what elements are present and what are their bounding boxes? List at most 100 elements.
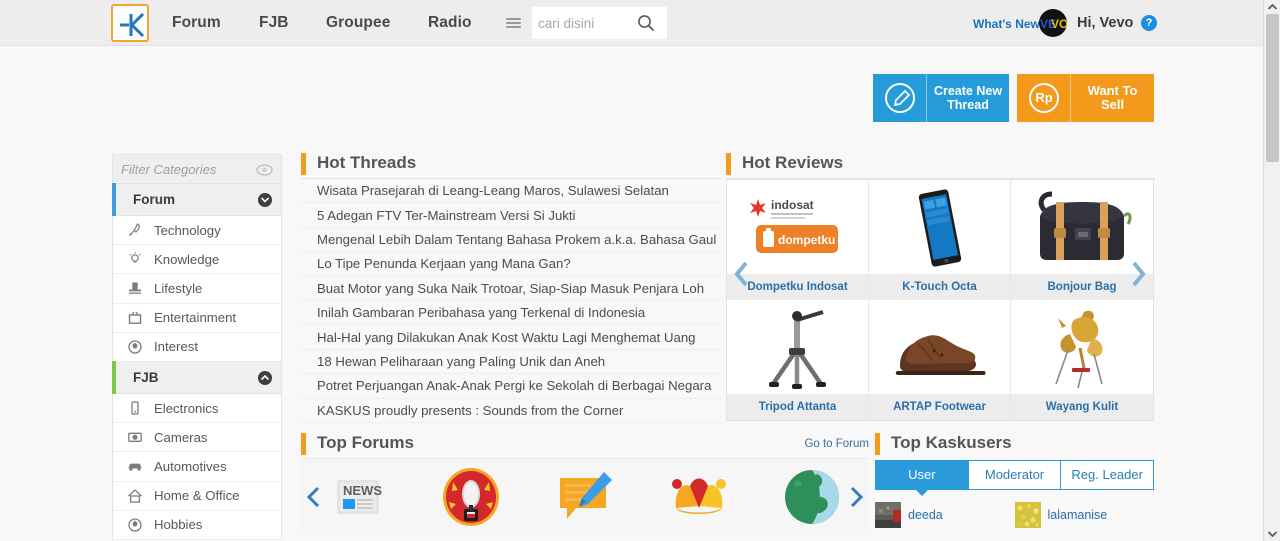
rocket-icon	[129, 223, 140, 236]
tab-user[interactable]: User	[875, 460, 969, 496]
list-item[interactable]: 18 Hewan Peliharaan yang Paling Unik dan…	[301, 350, 721, 375]
sidebar-item-entertainment[interactable]: Entertainment	[112, 303, 282, 333]
house-icon	[128, 489, 142, 503]
phone-icon	[131, 401, 139, 415]
nav-item-groupee[interactable]: Groupee	[326, 14, 390, 32]
wayang-kulit-photo	[1011, 300, 1153, 394]
sidebar-group-forum: Forum Technology Knowledge Lifestyle Ent…	[112, 183, 282, 362]
chevron-down-icon[interactable]	[258, 193, 272, 207]
review-card[interactable]: ARTAP Footwear	[869, 300, 1011, 420]
svg-text:indosat: indosat	[771, 198, 814, 212]
review-caption[interactable]: Tripod Attanta	[727, 394, 868, 420]
list-item[interactable]: Potret Perjuangan Anak-Anak Pergi ke Sek…	[301, 374, 721, 399]
review-card[interactable]: Tripod Attanta	[727, 300, 869, 420]
caret-up-icon[interactable]	[1267, 2, 1278, 13]
chevron-left-icon[interactable]	[305, 485, 323, 509]
sidebar-item-lifestyle[interactable]: Lifestyle	[112, 274, 282, 304]
filter-categories-box	[112, 154, 282, 184]
caret-down-icon[interactable]	[1267, 528, 1278, 539]
sidebar-item-electronics[interactable]: Electronics	[112, 393, 282, 424]
forum-icon-jester-hat[interactable]	[642, 459, 756, 535]
list-item[interactable]: Inilah Gambaran Peribahasa yang Terkenal…	[301, 301, 721, 326]
hot-reviews-panel: Hot Reviews indosat dompetku Dompetku In…	[726, 152, 1154, 421]
forum-icon-radio[interactable]	[415, 459, 529, 535]
sidebar-group-label: Forum	[133, 192, 175, 207]
tripod-photo	[727, 300, 868, 394]
go-to-forum-link[interactable]: Go to Forum	[804, 438, 869, 450]
group-accent-bar	[112, 360, 116, 394]
sidebar-item-label: Knowledge	[154, 251, 220, 267]
create-thread-line-1: Create New	[933, 84, 1003, 98]
review-caption[interactable]: Wayang Kulit	[1011, 394, 1153, 420]
review-caption[interactable]: K-Touch Octa	[869, 274, 1010, 300]
chevron-up-icon[interactable]	[258, 370, 272, 385]
tab-reg-leader[interactable]: Reg. Leader	[1061, 460, 1155, 490]
sidebar-item-cameras[interactable]: Cameras	[112, 423, 282, 453]
hot-threads-title: Hot Threads	[301, 152, 721, 178]
scrollbar-thumb[interactable]	[1266, 14, 1279, 162]
help-icon[interactable]: ?	[1141, 15, 1157, 31]
list-item[interactable]: deeda	[875, 502, 1015, 528]
top-forums-panel: Top Forums Go to Forum NEWS	[301, 432, 869, 534]
chevron-left-icon[interactable]	[732, 260, 752, 288]
top-kaskusers-panel: Top Kaskusers User Moderator Reg. Leader…	[875, 432, 1155, 528]
sidebar-item-label: Cameras	[154, 429, 208, 445]
forum-icon-speech-pencil[interactable]	[528, 459, 642, 535]
create-new-thread-button[interactable]: Create New Thread	[873, 74, 1009, 122]
nav-item-radio[interactable]: Radio	[428, 14, 472, 32]
chevron-right-icon[interactable]	[1128, 260, 1148, 288]
list-item[interactable]: Mengenal Lebih Dalam Tentang Bahasa Prok…	[301, 228, 721, 253]
top-forums-header: Top Forums Go to Forum	[301, 432, 869, 458]
kaskusers-tabs: User Moderator Reg. Leader	[875, 460, 1155, 496]
tab-moderator[interactable]: Moderator	[968, 460, 1062, 490]
review-card[interactable]: K-Touch Octa	[869, 180, 1011, 300]
search-icon[interactable]	[637, 14, 655, 32]
page-scrollbar[interactable]	[1263, 0, 1280, 541]
avatar-text-right: VO	[1051, 17, 1067, 31]
username[interactable]: deeda	[908, 508, 943, 522]
list-item[interactable]: 5 Adegan FTV Ter-Mainstream Versi Si Juk…	[301, 203, 721, 228]
sidebar-item-hobbies[interactable]: Hobbies	[112, 510, 282, 540]
hamburger-menu-icon[interactable]	[494, 7, 532, 39]
rupiah-icon: Rp	[1017, 74, 1071, 122]
sidebar-item-home-office[interactable]: Home & Office	[112, 481, 282, 511]
create-thread-line-2: Thread	[947, 98, 989, 112]
sidebar-group-header-forum[interactable]: Forum	[112, 183, 282, 216]
avatar[interactable]: VE VO	[1039, 9, 1067, 37]
camera-icon	[128, 432, 142, 443]
category-sidebar: Forum Technology Knowledge	[112, 154, 282, 540]
thread-title: Mengenal Lebih Dalam Tentang Bahasa Prok…	[317, 231, 717, 247]
thread-title: 18 Hewan Peliharaan yang Paling Unik dan…	[317, 353, 606, 369]
list-item[interactable]: Buat Motor yang Suka Naik Trotoar, Siap-…	[301, 277, 721, 301]
svg-text:dompetku: dompetku	[778, 233, 835, 247]
list-item[interactable]: lalamanise	[1014, 502, 1155, 528]
chevron-right-icon[interactable]	[847, 485, 865, 509]
review-caption[interactable]: ARTAP Footwear	[869, 394, 1010, 420]
user-greeting[interactable]: Hi, Vevo	[1077, 15, 1133, 31]
sidebar-item-technology[interactable]: Technology	[112, 216, 282, 246]
whats-new-link[interactable]: What's New?	[973, 17, 1047, 31]
list-item[interactable]: KASKUS proudly presents : Sounds from th…	[301, 399, 721, 423]
want-to-sell-button[interactable]: Rp Want To Sell	[1017, 74, 1154, 122]
list-item[interactable]: Lo Tipe Penunda Kerjaan yang Mana Gan?	[301, 252, 721, 277]
nav-item-forum[interactable]: Forum	[172, 14, 221, 32]
thread-title: Potret Perjuangan Anak-Anak Pergi ke Sek…	[317, 378, 712, 394]
sidebar-item-interest[interactable]: Interest	[112, 332, 282, 362]
sidebar-group-header-fjb[interactable]: FJB	[112, 360, 282, 394]
sidebar-item-label: Home & Office	[154, 488, 240, 504]
sidebar-item-knowledge[interactable]: Knowledge	[112, 245, 282, 275]
search-input[interactable]	[538, 7, 633, 39]
hot-threads-list: Wisata Prasejarah di Leang-Leang Maros, …	[301, 179, 721, 423]
review-card[interactable]: Wayang Kulit	[1011, 300, 1153, 420]
sidebar-item-automotives[interactable]: Automotives	[112, 452, 282, 482]
pencil-icon	[873, 74, 927, 122]
nav-item-fjb[interactable]: FJB	[259, 14, 289, 32]
eye-icon[interactable]	[256, 163, 273, 177]
list-item[interactable]: Wisata Prasejarah di Leang-Leang Maros, …	[301, 179, 721, 204]
kaskus-logo[interactable]	[111, 4, 149, 42]
list-item[interactable]: Hal-Hal yang Dilakukan Anak Kost Waktu L…	[301, 325, 721, 350]
sidebar-item-label: Lifestyle	[154, 280, 203, 296]
username[interactable]: lalamanise	[1048, 508, 1108, 522]
filter-categories-input[interactable]	[121, 155, 241, 183]
sidebar-item-label: Hobbies	[154, 517, 203, 533]
